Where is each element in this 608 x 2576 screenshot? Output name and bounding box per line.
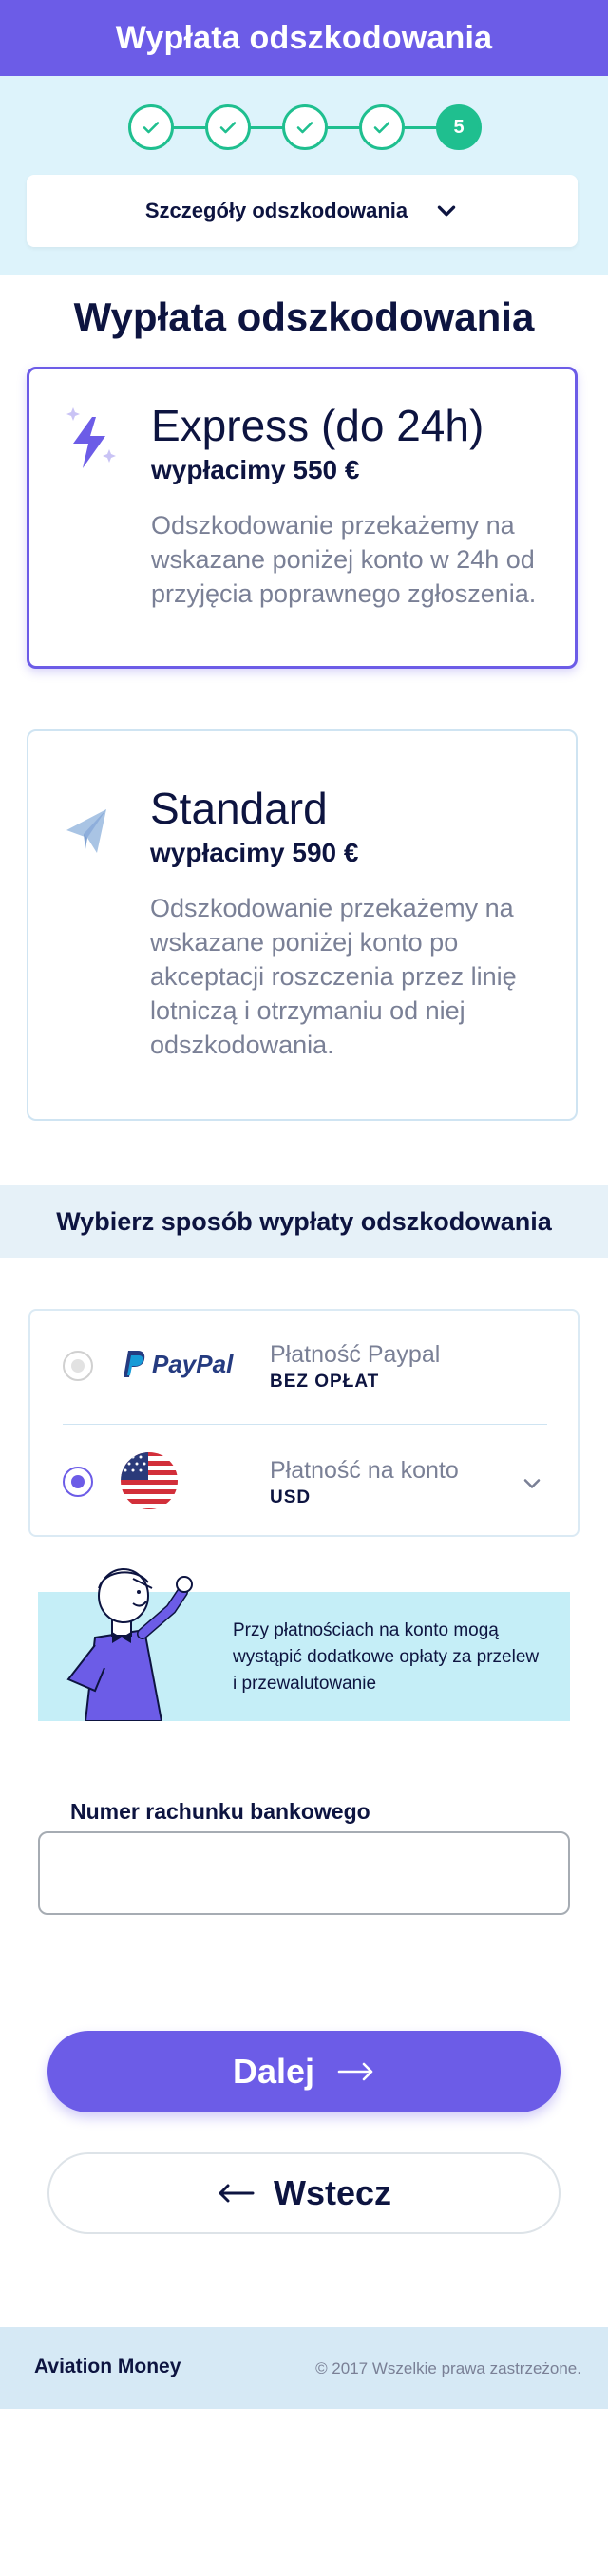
payment-method-name: Płatność na konto xyxy=(270,1457,459,1484)
account-number-label: Numer rachunku bankowego xyxy=(70,1799,370,1824)
step-4-complete[interactable] xyxy=(359,104,405,150)
option-title: Express (do 24h) xyxy=(151,401,484,450)
details-toggle-button[interactable]: Szczegóły odszkodowania xyxy=(27,175,578,247)
option-amount: wypłacimy 590 € xyxy=(150,838,359,867)
bank-radio[interactable] xyxy=(63,1467,93,1497)
option-amount: wypłacimy 550 € xyxy=(151,455,360,484)
payment-method-paypal[interactable]: PayPal Płatność Paypal BEZ OPŁAT xyxy=(30,1311,578,1423)
back-button-label: Wstecz xyxy=(273,2173,392,2212)
option-description: Odszkodowanie przekażemy na wskazane pon… xyxy=(150,894,517,1059)
arrow-right-icon xyxy=(337,2062,373,2081)
section-title: Wypłata odszkodowania xyxy=(73,294,535,339)
fees-info-box: Przy płatnościach na konto mogą wystąpić… xyxy=(38,1568,570,1721)
account-number-input[interactable] xyxy=(38,1831,570,1915)
paper-plane-icon xyxy=(63,798,120,866)
step-current: 5 xyxy=(436,104,482,150)
payment-method-heading: Wybierz sposób wypłaty odszkodowania xyxy=(56,1206,552,1236)
next-button[interactable]: Dalej xyxy=(48,2031,560,2112)
footer-copyright: © 2017 Wszelkie prawa zastrzeżone. xyxy=(315,2359,581,2377)
option-title: Standard xyxy=(150,784,328,833)
details-toggle-label: Szczegóły odszkodowania xyxy=(144,199,408,222)
step-1-complete[interactable] xyxy=(128,104,174,150)
paypal-wordmark: PayPal xyxy=(152,1350,233,1379)
step-2-complete[interactable] xyxy=(205,104,251,150)
check-icon xyxy=(373,122,390,134)
mascot-illustration xyxy=(66,1568,193,1721)
fees-info-text: Przy płatnościach na konto mogą wystąpić… xyxy=(233,1620,540,1694)
paypal-logo: PayPal xyxy=(122,1349,233,1379)
step-3-complete[interactable] xyxy=(282,104,328,150)
payout-option-standard[interactable]: Standard wypłacimy 590 € Odszkodowanie p… xyxy=(27,729,578,1121)
chevron-down-icon xyxy=(437,205,456,217)
option-description: Odszkodowanie przekażemy na wskazane pon… xyxy=(151,511,537,608)
payment-method-sub: BEZ OPŁAT xyxy=(270,1372,380,1392)
payment-method-bank[interactable]: Płatność na konto USD xyxy=(30,1425,578,1537)
step-current-number: 5 xyxy=(453,116,465,138)
lightning-icon xyxy=(64,404,121,472)
back-button[interactable]: Wstecz xyxy=(48,2152,560,2234)
us-flag-icon xyxy=(120,1451,179,1510)
check-icon xyxy=(296,122,314,134)
next-button-label: Dalej xyxy=(232,2052,315,2091)
app-header: Wypłata odszkodowania xyxy=(0,0,608,76)
page-header-title: Wypłata odszkodowania xyxy=(115,19,493,56)
paypal-icon xyxy=(124,1351,145,1377)
paypal-radio[interactable] xyxy=(63,1351,93,1381)
payout-option-express[interactable]: Express (do 24h) wypłacimy 550 € Odszkod… xyxy=(27,367,578,669)
footer-brand: Aviation Money xyxy=(34,2356,181,2377)
progress-area: 5 Szczegóły odszkodowania xyxy=(0,76,608,275)
check-icon xyxy=(219,122,237,134)
stepper: 5 xyxy=(128,104,482,150)
payment-methods-list: PayPal Płatność Paypal BEZ OPŁAT Płatnoś… xyxy=(28,1309,580,1537)
chevron-down-icon[interactable] xyxy=(521,1472,543,1495)
paypal-wordmark-text: PayPal xyxy=(152,1349,234,1378)
payment-method-name: Płatność Paypal xyxy=(270,1341,441,1368)
payment-method-band: Wybierz sposób wypłaty odszkodowania xyxy=(0,1185,608,1258)
footer: Aviation Money © 2017 Wszelkie prawa zas… xyxy=(0,2327,608,2409)
check-icon xyxy=(142,122,160,134)
arrow-left-icon xyxy=(218,2184,255,2203)
payment-method-sub: USD xyxy=(270,1487,312,1507)
